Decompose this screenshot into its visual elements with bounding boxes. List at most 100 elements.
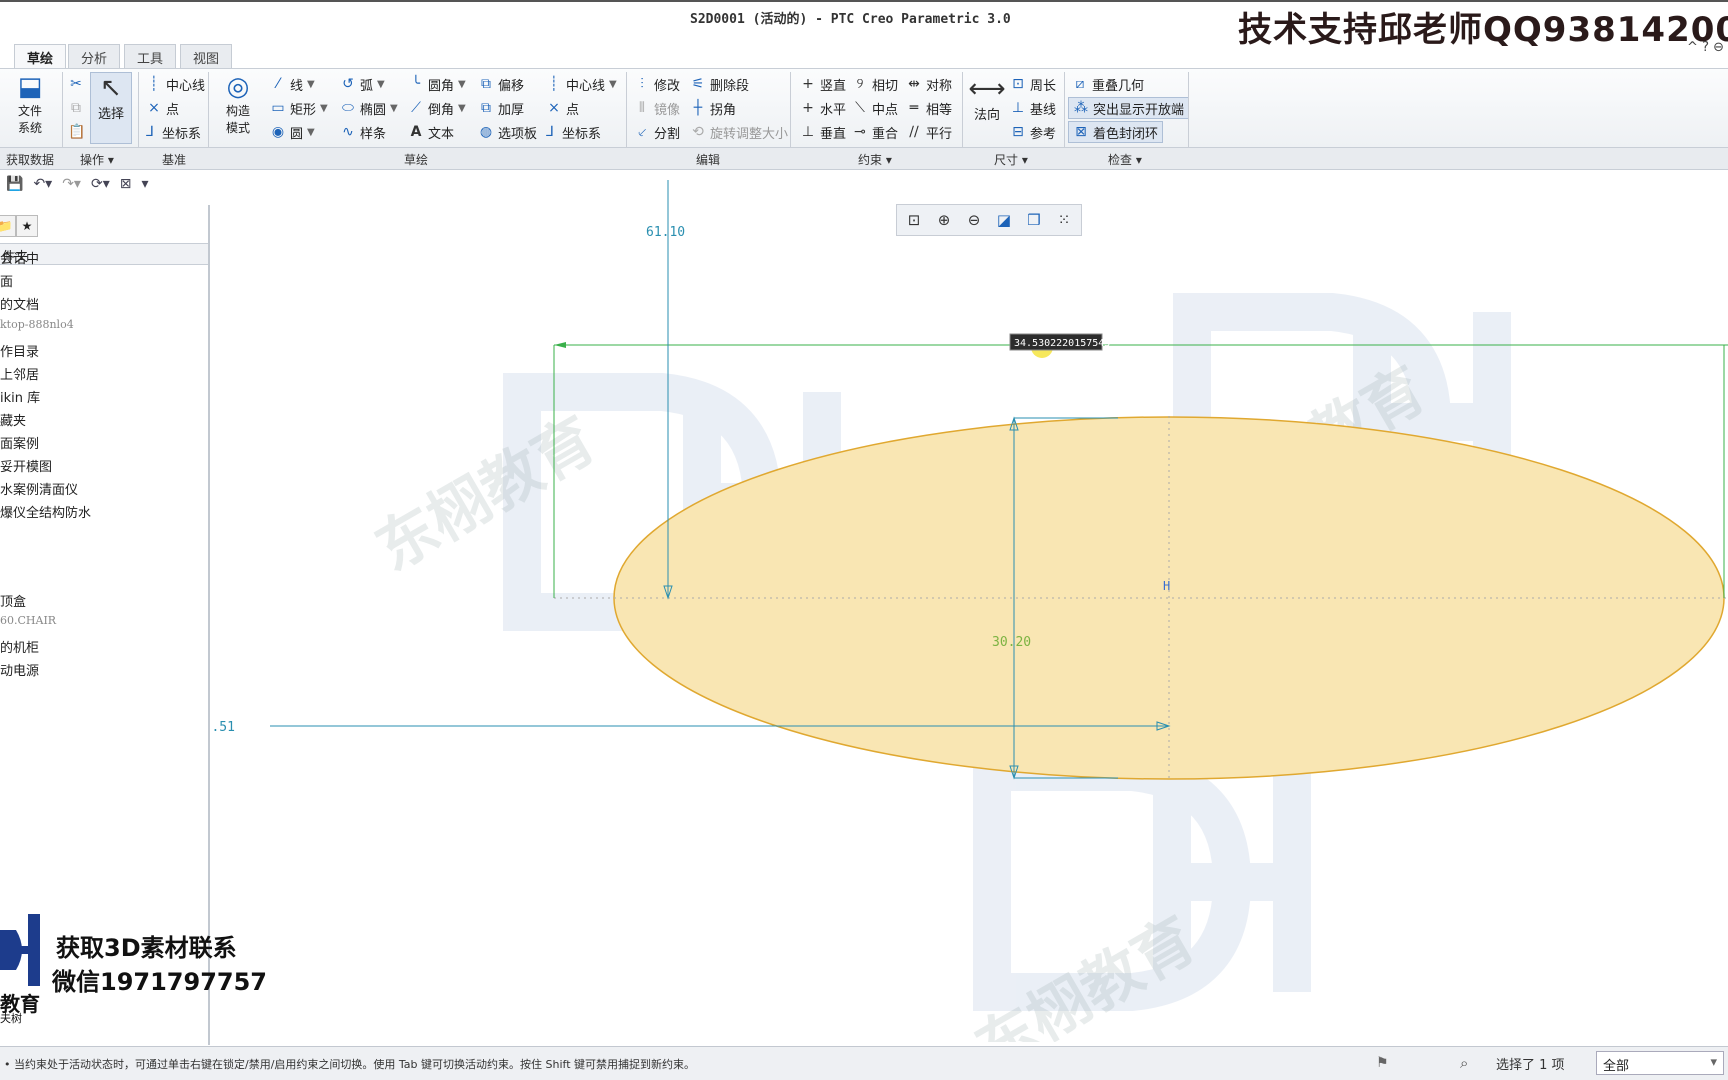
perpendicular-constraint-button[interactable]: ⊥ 垂直 [800, 121, 846, 143]
vertical-constraint-button[interactable]: + 竖直 [800, 73, 846, 95]
folder-tree-item[interactable]: 爆仪全结构防水 [0, 502, 91, 521]
brand-tagline: 夫树 [0, 1012, 22, 1025]
dimension-30-20[interactable]: 30.20 [992, 635, 1031, 650]
sketch-graphics[interactable]: 东栩教育 东栩教育 东栩教育 61.10 30.20 138.51 H 34.5… [212, 172, 1728, 1042]
tangent-constraint-button[interactable]: ୨ 相切 [852, 73, 899, 95]
rectangle-button[interactable]: ▭ 矩形 ▼ [270, 97, 327, 119]
undo-icon[interactable]: ↶▾ [33, 176, 52, 192]
datum-coord-button[interactable]: ⅃ 坐标系 [142, 121, 201, 143]
tab-sketch[interactable]: 草绘 [14, 44, 67, 68]
overlapping-geometry-button[interactable]: ⧄ 重叠几何 [1072, 73, 1144, 95]
sketcher-display-filter-icon[interactable]: ⁙ [1050, 208, 1078, 234]
coincident-constraint-button[interactable]: ⊸ 重合 [852, 121, 898, 143]
group-operations[interactable]: 操作 ▾ [80, 151, 114, 168]
rotate-resize-button[interactable]: ⟲ 旋转调整大小 [690, 121, 788, 143]
group-inspect[interactable]: 检查 ▾ [1108, 151, 1142, 168]
redo-icon[interactable]: ↷▾ [62, 176, 81, 192]
group-constrain[interactable]: 约束 ▾ [858, 151, 892, 168]
chamfer-button[interactable]: ⟋ 倒角 ▼ [408, 97, 466, 119]
highlight-open-ends-button[interactable]: ⁂ 突出显示开放端 [1068, 97, 1190, 119]
folder-icon[interactable]: 📁 [0, 215, 16, 237]
modify-button[interactable]: ⫶ 修改 [634, 73, 680, 95]
folder-tree-item[interactable]: 上邻居 [0, 364, 39, 383]
mirror-button[interactable]: ⫴ 镜像 [634, 97, 680, 119]
horizontal-constraint-marker: H [1163, 579, 1170, 593]
folder-tree-item[interactable]: 的机柜 [0, 637, 39, 656]
sketch-centerline-button[interactable]: ┊ 中心线 ▼ [546, 73, 617, 95]
folder-tree-item[interactable]: ktop-888nlo4 [0, 318, 74, 331]
paste-icon[interactable]: 📋 [68, 121, 85, 143]
regenerate-icon[interactable]: ⟳▾ [91, 176, 110, 192]
zoom-out-icon[interactable]: ⊖ [960, 208, 988, 234]
cut-icon[interactable]: ✂ [68, 73, 84, 95]
file-system-button[interactable]: ⬓ 文件 系统 [10, 72, 50, 136]
customize-toolbar-icon[interactable]: ▾ [141, 176, 148, 192]
corner-button[interactable]: ┼ 拐角 [690, 97, 736, 119]
favorites-icon[interactable]: ★ [16, 215, 38, 237]
zoom-in-icon[interactable]: ⊕ [930, 208, 958, 234]
sketch-coord-button[interactable]: ⅃ 坐标系 [542, 121, 601, 143]
folder-tree-item[interactable]: 会话中 [0, 248, 39, 267]
delete-segment-button[interactable]: ⚟ 删除段 [690, 73, 749, 95]
folder-tree-item[interactable]: 动电源 [0, 660, 39, 679]
baseline-button[interactable]: ⊥ 基线 [1010, 97, 1056, 119]
tab-view[interactable]: 视图 [180, 44, 233, 68]
parallel-constraint-button[interactable]: ∕∕ 平行 [906, 121, 952, 143]
sketch-canvas[interactable]: 东栩教育 东栩教育 东栩教育 61.10 30.20 138.51 H 34.5… [212, 172, 1728, 1042]
close-window-icon[interactable]: ⊠ [120, 176, 132, 192]
offset-button[interactable]: ⧉ 偏移 [478, 73, 524, 95]
tab-tools[interactable]: 工具 [124, 44, 177, 68]
folder-tree-item[interactable]: 作目录 [0, 341, 39, 360]
midpoint-constraint-button[interactable]: ⟍ 中点 [852, 97, 898, 119]
tab-analysis[interactable]: 分析 [68, 44, 121, 68]
perimeter-button[interactable]: ⊡ 周长 [1010, 73, 1056, 95]
fillet-button[interactable]: ╰ 圆角 ▼ [408, 73, 466, 95]
dimension-61-10[interactable]: 61.10 [646, 225, 685, 240]
normal-dimension-button[interactable]: ⟷ 法向 [968, 74, 1006, 123]
arc-button[interactable]: ↺ 弧 ▼ [340, 73, 385, 95]
copy-icon[interactable]: ⧉ [68, 97, 84, 119]
reference-button[interactable]: ⊟ 参考 [1010, 121, 1056, 143]
dimension-138-51[interactable]: 138.51 [212, 720, 235, 735]
thicken-button[interactable]: ⧉ 加厚 [478, 97, 524, 119]
folder-tree-item[interactable]: 面案例 [0, 433, 39, 452]
folder-tree-item[interactable]: 顶盒 [0, 591, 26, 610]
point-icon: × [548, 100, 560, 116]
parallel-constraint-icon: ∕∕ [909, 124, 919, 140]
flag-icon[interactable]: ⚑ [1376, 1055, 1389, 1071]
text-button[interactable]: A 文本 [408, 121, 454, 143]
graphics-toolbar: ⊡ ⊕ ⊖ ◪ ❒ ⁙ [896, 204, 1082, 236]
group-dimension[interactable]: 尺寸 ▾ [994, 151, 1028, 168]
construction-mode-button[interactable]: ◎ 构造 模式 [220, 72, 256, 136]
display-style-icon[interactable]: ❒ [1020, 208, 1048, 234]
shade-closed-loops-button[interactable]: ⊠ 着色封闭环 [1068, 121, 1164, 143]
line-button[interactable]: ⁄ 线 ▼ [270, 73, 315, 95]
palette-button[interactable]: ◍ 选项板 [478, 121, 537, 143]
folder-tree-item[interactable]: 藏夹 [0, 410, 26, 429]
group-get-data[interactable]: 获取数据 [6, 151, 54, 168]
symmetric-constraint-button[interactable]: ⇹ 对称 [906, 73, 952, 95]
equal-constraint-button[interactable]: ═ 相等 [906, 97, 952, 119]
refit-icon[interactable]: ⊡ [900, 208, 928, 234]
datum-point-button[interactable]: × 点 [146, 97, 179, 119]
selection-filter-select[interactable]: 全部 ▾ [1596, 1051, 1724, 1075]
folder-tree-item[interactable]: 60.CHAIR [0, 614, 56, 627]
divide-button[interactable]: ⸔ 分割 [634, 121, 680, 143]
folder-tree-item[interactable]: 面 [0, 271, 13, 290]
folder-tree-item[interactable]: 水案例清面仪 [0, 479, 78, 498]
folder-tree-item[interactable]: 的文档 [0, 294, 39, 313]
folder-tree-item[interactable]: 妥开模图 [0, 456, 52, 475]
arc-icon: ↺ [342, 76, 354, 92]
repaint-icon[interactable]: ◪ [990, 208, 1018, 234]
datum-centerline-button[interactable]: ┊ 中心线 [146, 73, 205, 95]
circle-button[interactable]: ◉ 圆 ▼ [270, 121, 315, 143]
horizontal-constraint-button[interactable]: + 水平 [800, 97, 846, 119]
select-button[interactable]: ↖ 选择 [90, 72, 132, 144]
ellipse-button[interactable]: ⬭ 椭圆 ▼ [340, 97, 398, 119]
folder-tree-item[interactable]: ikin 库 [0, 387, 40, 406]
save-icon[interactable]: 💾 [6, 176, 23, 192]
dimension-edit-value[interactable]: 34.5302220157543 [1014, 338, 1110, 349]
sketch-point-button[interactable]: × 点 [546, 97, 579, 119]
find-icon[interactable]: ⌕ [1460, 1054, 1468, 1072]
spline-button[interactable]: ∿ 样条 [340, 121, 386, 143]
